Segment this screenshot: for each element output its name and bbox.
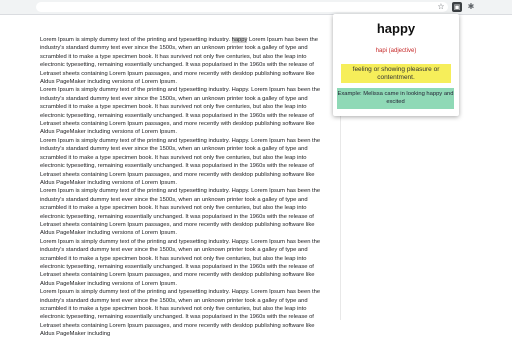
- paragraph: Lorem Ipsum is simply dummy text of the …: [40, 137, 321, 186]
- paragraph: Lorem Ipsum is simply dummy text of the …: [40, 36, 324, 86]
- definition-box: feeling or showing pleasure or contentme…: [341, 64, 451, 83]
- highlighted-word[interactable]: happy: [231, 37, 248, 43]
- paragraph: Lorem Ipsum is simply dummy text of the …: [40, 238, 321, 287]
- paragraph-text: Lorem Ipsum is simply dummy text of the …: [40, 37, 232, 43]
- part-of-speech: hapi (adjective): [375, 48, 417, 54]
- example-box: Example: Melissa came in looking happy a…: [337, 88, 454, 109]
- extensions-puzzle-icon[interactable]: ✱: [466, 2, 476, 12]
- paragraph-text: Lorem Ipsum has been the industry's stan…: [40, 37, 318, 86]
- dictionary-extension-icon[interactable]: ▣: [452, 2, 462, 12]
- star-icon[interactable]: ☆: [436, 2, 446, 12]
- page-content: Lorem Ipsum is simply dummy text of the …: [40, 36, 324, 339]
- dictionary-popup: happy hapi (adjective) feeling or showin…: [333, 14, 459, 116]
- browser-toolbar: ☆ ▣ ✱: [0, 0, 512, 15]
- address-bar[interactable]: [36, 2, 448, 12]
- paragraph: Lorem Ipsum is simply dummy text of the …: [40, 87, 321, 136]
- paragraph: Lorem Ipsum is simply dummy text of the …: [40, 188, 321, 237]
- paragraph: Lorem Ipsum is simply dummy text of the …: [40, 289, 321, 338]
- popup-word: happy: [376, 21, 416, 36]
